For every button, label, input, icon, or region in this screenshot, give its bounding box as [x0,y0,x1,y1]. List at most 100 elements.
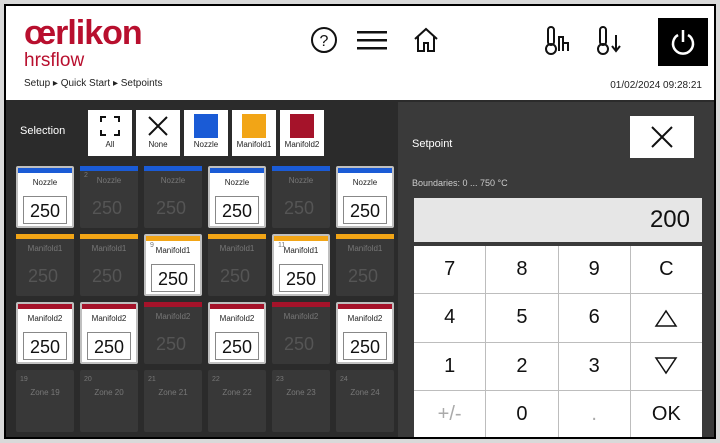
selection-bar: Selection All None Nozzle Manifold1 Mani… [6,102,396,162]
select-nozzle-button[interactable]: Nozzle [184,110,228,156]
digit-0-key[interactable]: 0 [486,390,558,437]
zone-tile[interactable]: 19 Zone 19 [16,370,74,432]
digit-7-key[interactable]: 7 [414,246,486,294]
select-manifold2-button[interactable]: Manifold2 [280,110,324,156]
zone-tile[interactable]: Nozzle 250 [16,166,74,228]
zone-tile[interactable]: 2 Nozzle 250 [80,166,138,228]
close-button[interactable] [630,116,694,158]
triangle-up-icon [654,309,678,327]
zone-name: Manifold1 [219,244,255,253]
zone-name: Manifold1 [91,244,127,253]
digit-3-key[interactable]: 3 [558,342,630,390]
help-icon[interactable]: ? [306,18,342,62]
home-icon[interactable] [406,18,446,62]
sign-key[interactable]: +/- [414,390,486,437]
zone-name: Manifold1 [283,246,319,255]
zone-tile[interactable]: Manifold2 250 [144,302,202,364]
zone-name: Nozzle [160,176,186,185]
zone-number: 24 [340,376,348,383]
zone-value: 250 [347,266,379,286]
select-all-icon [100,116,120,136]
zone-name: Manifold2 [91,314,127,323]
zone-type-stripe [18,304,72,309]
brand-subtitle: hrsflow [24,50,85,71]
clear-key[interactable]: C [630,246,702,294]
zone-tile[interactable]: Manifold2 250 [80,302,138,364]
power-button[interactable] [658,18,708,66]
zone-tile[interactable]: Manifold2 250 [208,302,266,364]
zone-name: Nozzle [224,178,250,187]
zone-name: Zone 19 [30,388,60,397]
ok-key[interactable]: OK [630,390,702,437]
zone-tile[interactable]: 22 Zone 22 [208,370,266,432]
zone-value: 250 [215,196,259,224]
digit-8-key[interactable]: 8 [486,246,558,294]
zone-tile[interactable]: 20 Zone 20 [80,370,138,432]
zone-tile[interactable]: 9 Manifold1 250 [144,234,202,296]
decrement-key[interactable] [630,342,702,390]
zone-type-stripe [146,236,200,241]
keypad: 7 8 9 C 4 5 6 1 2 3 +/- 0. OK [414,246,702,437]
zone-tile[interactable]: Manifold1 250 [80,234,138,296]
zone-tile[interactable]: Nozzle 250 [272,166,330,228]
zone-tile[interactable]: 24 Zone 24 [336,370,394,432]
digit-5-key[interactable]: 5 [486,294,558,342]
zone-name: Zone 22 [222,388,252,397]
zone-type-stripe [272,302,330,307]
select-manifold1-caption: Manifold1 [236,140,272,149]
select-none-button[interactable]: None [136,110,180,156]
setpoint-boundaries: Boundaries: 0 ... 750 °C [412,178,508,188]
power-icon [671,30,695,55]
zone-name: Nozzle [32,178,58,187]
zone-value: 250 [283,334,315,354]
digit-6-key[interactable]: 6 [558,294,630,342]
select-manifold1-button[interactable]: Manifold1 [232,110,276,156]
zone-value: 250 [343,332,387,360]
setpoint-input[interactable]: 200 [414,198,702,242]
zone-tile[interactable]: Manifold2 250 [272,302,330,364]
zone-tile[interactable]: Nozzle 250 [208,166,266,228]
digit-2-key[interactable]: 2 [486,342,558,390]
zone-tile[interactable]: Manifold1 250 [336,234,394,296]
brand-logo: œrlikon [24,14,143,52]
close-icon [651,126,673,148]
zone-type-stripe [144,302,202,307]
zone-tile[interactable]: 11 Manifold1 250 [272,234,330,296]
select-all-button[interactable]: All [88,110,132,156]
temp-bars-icon[interactable] [540,18,576,62]
increment-key[interactable] [630,294,702,342]
zone-tile[interactable]: 23 Zone 23 [272,370,330,432]
zone-tile[interactable]: Manifold2 250 [16,302,74,364]
digit-1-key[interactable]: 1 [414,342,486,390]
select-nozzle-caption: Nozzle [193,140,219,149]
zone-name: Manifold2 [27,314,63,323]
zone-type-stripe [18,168,72,173]
zone-value: 250 [215,332,259,360]
zone-name: Zone 23 [286,388,316,397]
select-manifold2-caption: Manifold2 [284,140,320,149]
digit-4-key[interactable]: 4 [414,294,486,342]
zone-name: Nozzle [96,176,122,185]
zone-number: 22 [212,376,220,383]
decimal-key[interactable]: . [558,390,630,437]
zone-value: 250 [151,264,195,292]
zone-tile[interactable]: Manifold1 250 [208,234,266,296]
zone-tile[interactable]: Manifold1 250 [16,234,74,296]
menu-icon[interactable] [352,18,392,62]
zone-tile[interactable]: Nozzle 250 [336,166,394,228]
zone-value: 250 [279,264,323,292]
digit-9-key[interactable]: 9 [558,246,630,294]
temp-down-icon[interactable] [592,18,628,62]
zone-grid: Nozzle 250 2 Nozzle 250 Nozzle 250 Nozzle 250 Noz… [16,166,394,437]
zone-value: 250 [219,266,251,286]
datetime: 01/02/2024 09:28:21 [610,80,702,91]
zone-type-stripe [338,304,392,309]
zone-tile[interactable]: Nozzle 250 [144,166,202,228]
zone-name: Manifold2 [219,314,255,323]
zone-tile[interactable]: Manifold2 250 [336,302,394,364]
nozzle-swatch [194,114,218,138]
selection-label: Selection [20,125,66,137]
zone-type-stripe [210,168,264,173]
zone-tile[interactable]: 21 Zone 21 [144,370,202,432]
zone-number: 21 [148,376,156,383]
